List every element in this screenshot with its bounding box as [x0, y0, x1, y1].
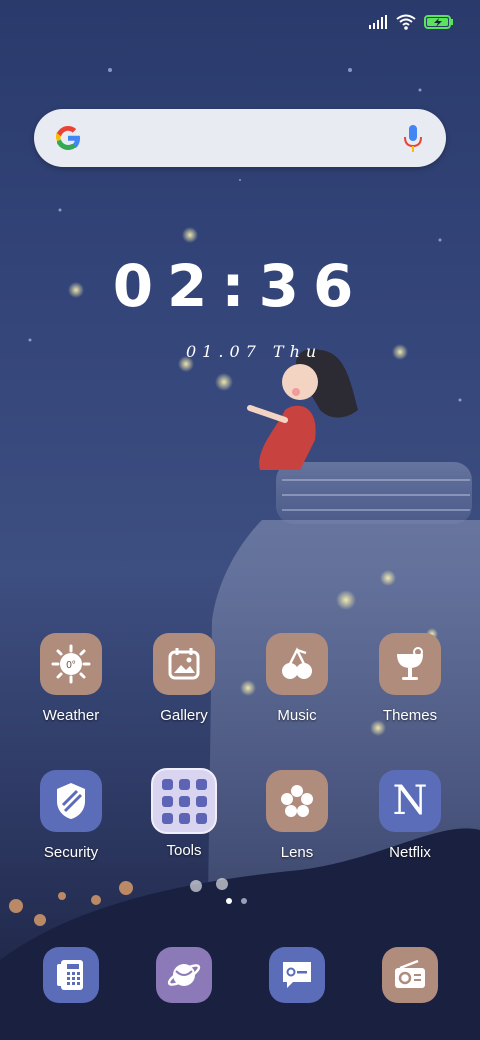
dock-phone[interactable]: [21, 947, 121, 1003]
app-label: Netflix: [389, 844, 431, 861]
app-label: Tools: [166, 842, 202, 859]
app-label: Security: [43, 844, 99, 861]
wifi-icon: [396, 14, 416, 30]
netflix-icon: N: [379, 770, 441, 832]
page-dot-1[interactable]: [226, 898, 232, 904]
netflix-letter: N: [392, 778, 428, 824]
battery-charging-icon: [424, 15, 453, 29]
page-dot-2[interactable]: [241, 898, 247, 904]
themes-icon: [379, 633, 441, 695]
dock-browser[interactable]: [134, 947, 234, 1003]
gallery-icon: [153, 633, 215, 695]
app-label: Gallery: [160, 707, 208, 724]
app-label: Lens: [280, 844, 314, 861]
status-bar: [368, 10, 454, 34]
clock-time[interactable]: 02:36: [0, 252, 480, 320]
app-themes[interactable]: Themes: [360, 633, 460, 724]
clock-date: 01.07 Thu: [186, 342, 323, 361]
google-search-bar[interactable]: [34, 109, 446, 167]
page-indicator[interactable]: [226, 898, 247, 904]
radio-icon: [382, 947, 438, 1003]
google-logo-icon: [55, 126, 80, 150]
browser-icon: [156, 947, 212, 1003]
app-netflix[interactable]: N Netflix: [360, 770, 460, 861]
dock-messages[interactable]: [247, 947, 347, 1003]
music-icon: [266, 633, 328, 695]
security-icon: [40, 770, 102, 832]
weather-icon: 0°: [40, 633, 102, 695]
app-label: Themes: [382, 707, 438, 724]
lens-icon: [266, 770, 328, 832]
app-lens[interactable]: Lens: [247, 770, 347, 861]
mic-icon[interactable]: [402, 123, 424, 153]
app-label: Music: [277, 707, 317, 724]
signal-icon: [369, 15, 387, 29]
app-tools-folder[interactable]: Tools: [134, 768, 234, 859]
app-music[interactable]: Music: [247, 633, 347, 724]
tools-folder-icon: [151, 768, 217, 834]
app-weather[interactable]: 0° Weather: [21, 633, 121, 724]
app-security[interactable]: Security: [21, 770, 121, 861]
weather-temp: 0°: [66, 660, 76, 671]
phone-dialer-icon: [43, 947, 99, 1003]
messages-icon: [269, 947, 325, 1003]
dock-radio[interactable]: [360, 947, 460, 1003]
app-gallery[interactable]: Gallery: [134, 633, 234, 724]
app-label: Weather: [42, 707, 100, 724]
